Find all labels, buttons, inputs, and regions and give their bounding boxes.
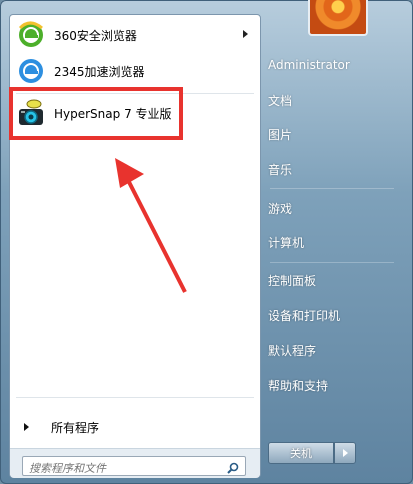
browser-360-icon [16,20,46,50]
all-programs-label: 所有程序 [51,420,100,435]
shutdown-button[interactable]: 关机 [268,442,334,464]
program-360-browser[interactable]: 360安全浏览器 [14,18,256,52]
program-label: 2345加速浏览器 [54,64,145,79]
annotation-arrow-icon [115,158,187,293]
triangle-right-icon [24,423,29,431]
control-panel-link[interactable]: 控制面板 [268,269,388,291]
browser-2345-icon [16,56,46,86]
user-name-link[interactable]: Administrator [268,54,388,76]
search-icon[interactable] [227,459,239,474]
separator [16,397,254,398]
default-programs-link[interactable]: 默认程序 [268,339,388,361]
search-box[interactable] [22,456,246,477]
music-link[interactable]: 音乐 [268,158,388,180]
start-menu: 360安全浏览器 2345加速浏览器 HyperSnap 7 专业版 所有程序 … [0,0,413,484]
submenu-arrow-icon[interactable] [243,30,248,38]
chevron-right-icon [343,449,348,457]
games-link[interactable]: 游戏 [268,197,388,219]
devices-printers-link[interactable]: 设备和打印机 [268,304,388,326]
help-support-link[interactable]: 帮助和支持 [268,374,388,396]
computer-link[interactable]: 计算机 [268,231,388,253]
program-2345-browser[interactable]: 2345加速浏览器 [14,54,256,88]
program-label: 360安全浏览器 [54,28,137,43]
search-input[interactable] [23,460,219,477]
user-avatar[interactable] [308,0,368,36]
highlight-box [9,87,183,140]
all-programs-button[interactable]: 所有程序 [18,414,256,440]
separator [270,262,394,263]
shutdown-options-button[interactable] [334,442,356,464]
documents-link[interactable]: 文档 [268,89,388,111]
search-area [10,448,260,478]
separator [270,188,394,189]
pictures-link[interactable]: 图片 [268,123,388,145]
